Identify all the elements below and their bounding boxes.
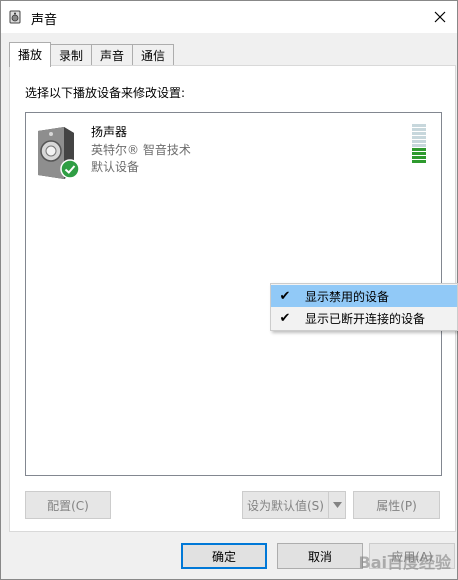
- level-bar: [412, 132, 426, 135]
- menu-item-show-disconnected[interactable]: ✔ 显示已断开连接的设备: [271, 307, 457, 329]
- device-status: 默认设备: [91, 160, 140, 174]
- tab-playback[interactable]: 播放: [9, 42, 52, 67]
- configure-button[interactable]: 配置(C): [25, 491, 111, 519]
- check-icon: ✔: [279, 288, 291, 304]
- level-bar: [412, 128, 426, 131]
- close-button[interactable]: [423, 1, 457, 33]
- level-bar: [412, 160, 426, 163]
- set-default-dropdown[interactable]: [328, 491, 346, 519]
- cancel-button[interactable]: 取消: [277, 543, 363, 569]
- tab-communications[interactable]: 通信: [132, 44, 175, 66]
- default-check-icon: [60, 159, 80, 179]
- level-bar: [412, 156, 426, 159]
- level-bar: [412, 136, 426, 139]
- list-item[interactable]: 扬声器 英特尔® 智音技术 默认设备: [34, 121, 434, 181]
- device-name: 扬声器: [91, 125, 128, 139]
- level-bar: [412, 144, 426, 147]
- sound-dialog: 声音 播放 录制 声音 通信 选择以下播放设备来修改设置: 扬声器 英特尔® 智…: [0, 0, 458, 580]
- tab-strip: 播放 录制 声音 通信: [9, 42, 175, 67]
- level-meter: [412, 124, 426, 164]
- window-title: 声音: [31, 13, 58, 28]
- set-default-button[interactable]: 设为默认值(S): [242, 491, 328, 519]
- menu-item-label: 显示禁用的设备: [305, 289, 390, 304]
- check-icon: ✔: [279, 310, 291, 326]
- menu-item-show-disabled[interactable]: ✔ 显示禁用的设备: [271, 285, 457, 307]
- level-bar: [412, 140, 426, 143]
- watermark: Bai百度经验: [358, 553, 451, 572]
- device-driver: 英特尔® 智音技术: [91, 143, 191, 157]
- context-menu: ✔ 显示禁用的设备 ✔ 显示已断开连接的设备: [270, 283, 458, 331]
- close-icon: [434, 11, 446, 23]
- speaker-app-icon: [9, 10, 21, 24]
- level-bar: [412, 148, 426, 151]
- tab-sounds[interactable]: 声音: [91, 44, 134, 66]
- level-bar: [412, 152, 426, 155]
- title-bar: 声音: [1, 1, 457, 33]
- chevron-down-icon: [332, 502, 342, 508]
- tab-recording[interactable]: 录制: [50, 44, 93, 66]
- ok-button[interactable]: 确定: [181, 543, 267, 569]
- instruction-text: 选择以下播放设备来修改设置:: [25, 86, 186, 100]
- properties-button[interactable]: 属性(P): [353, 491, 440, 519]
- menu-item-label: 显示已断开连接的设备: [305, 311, 426, 326]
- level-bar: [412, 124, 426, 127]
